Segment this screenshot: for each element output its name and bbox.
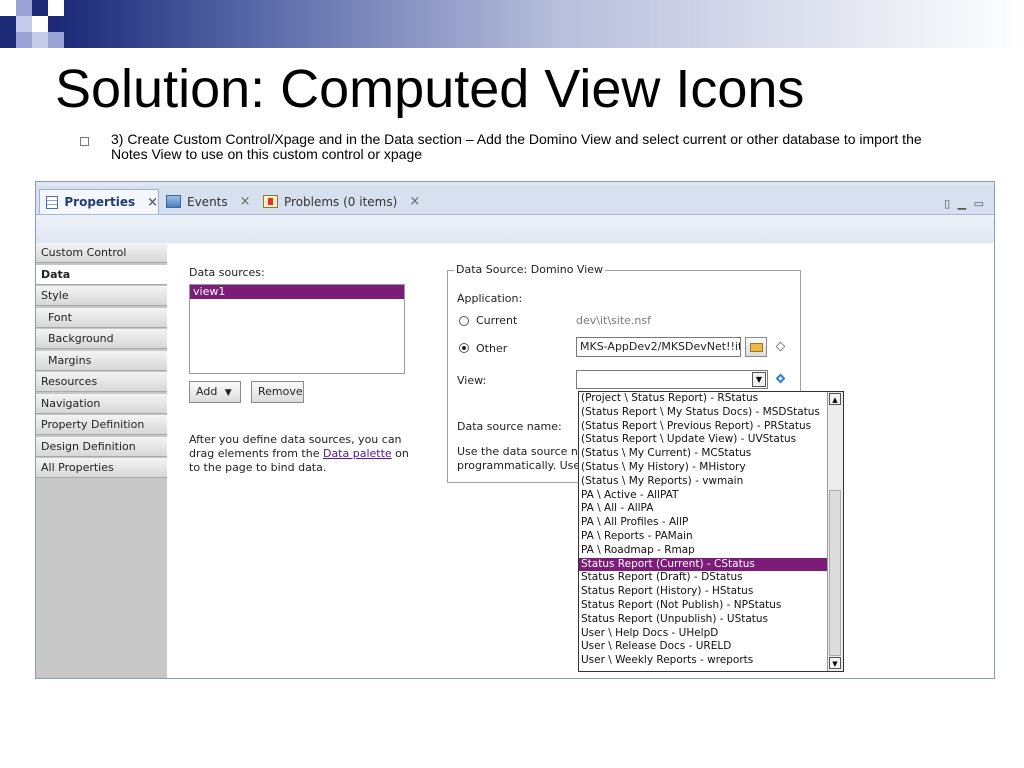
compute-diamond-icon[interactable]	[775, 341, 786, 352]
data-sources-help: After you define data sources, you can d…	[189, 433, 414, 475]
other-database-field[interactable]: MKS-AppDev2/MKSDevNet!!it\	[576, 337, 741, 357]
nav-item-resources[interactable]: Resources	[36, 372, 167, 392]
title-gradient-bar	[0, 0, 1024, 48]
problems-icon	[263, 195, 278, 208]
deco-square	[16, 0, 32, 16]
tab-label: Events	[187, 194, 228, 209]
close-icon[interactable]: ×	[240, 194, 251, 209]
browse-folder-button[interactable]	[745, 337, 767, 357]
bullet-text: 3) Create Custom Control/Xpage and in th…	[111, 131, 922, 162]
usage-text: programmatically. Use c	[457, 459, 590, 472]
deco-square	[16, 32, 32, 48]
view-option[interactable]: User \ Weekly Reports - wreports	[579, 654, 829, 668]
chevron-down-icon: ▼	[224, 388, 232, 398]
current-label: Current	[476, 314, 518, 327]
deco-square	[32, 16, 48, 32]
view-option[interactable]: Status Report (Unpublish) - UStatus	[579, 613, 829, 627]
tab-events[interactable]: Events ×	[160, 189, 256, 214]
scroll-down-icon[interactable]: ▼	[829, 657, 841, 669]
view-option[interactable]: User \ Release Docs - URELD	[579, 640, 829, 654]
tab-bar: Properties × Events × Problems (0 items)…	[36, 186, 994, 215]
view-option[interactable]: (Project \ Status Report) - RStatus	[579, 392, 829, 406]
view-option[interactable]: PA \ Roadmap - Rmap	[579, 544, 829, 558]
view-option[interactable]: User \ Help Docs - UHelpD	[579, 627, 829, 641]
view-option[interactable]: (Status Report \ My Status Docs) - MSDSt…	[579, 406, 829, 420]
close-icon[interactable]: ×	[409, 194, 420, 209]
group-title: Data Source: Domino View	[454, 263, 606, 276]
current-radio[interactable]	[459, 316, 469, 326]
slide-title: Solution: Computed View Icons	[55, 59, 805, 119]
tab-label: Properties	[64, 195, 136, 209]
view-options: (Project \ Status Report) - RStatus (Stat…	[579, 392, 843, 668]
tab-label: Problems (0 items)	[284, 194, 398, 209]
events-icon	[166, 195, 181, 208]
compute-diamond-icon[interactable]	[775, 373, 786, 384]
usage-text: Use the data source na	[457, 445, 585, 458]
view-option[interactable]: (Status Report \ Update View) - UVStatus	[579, 433, 829, 447]
view-option[interactable]: PA \ Active - AllPAT	[579, 489, 829, 503]
view-option[interactable]: (Status \ My Current) - MCStatus	[579, 447, 829, 461]
toolbar-strip	[36, 215, 994, 244]
chevron-down-icon[interactable]: ▼	[752, 372, 766, 387]
view-dropdown-list[interactable]: (Project \ Status Report) - RStatus (Stat…	[578, 391, 844, 672]
folder-icon	[750, 343, 763, 352]
nav-item-data[interactable]: Data	[36, 264, 167, 285]
properties-nav: Custom Control Data Style Font Backgroun…	[36, 243, 167, 678]
bullet-square-icon	[80, 137, 89, 146]
scroll-thumb[interactable]	[829, 490, 841, 656]
tab-problems[interactable]: Problems (0 items) ×	[257, 189, 427, 214]
data-properties-content: Data sources: view1 Add ▼ Remove After y…	[167, 243, 994, 678]
remove-button[interactable]: Remove	[251, 381, 304, 403]
data-sources-list[interactable]: view1	[189, 284, 405, 374]
view-option[interactable]: (Status Report \ Previous Report) - PRSt…	[579, 420, 829, 434]
properties-panel-screenshot: Properties × Events × Problems (0 items)…	[35, 181, 995, 679]
view-option[interactable]: Status Report (Not Publish) - NPStatus	[579, 599, 829, 613]
nav-item-background[interactable]: Background	[36, 329, 167, 349]
view-option[interactable]: (Status \ My History) - MHistory	[579, 461, 829, 475]
view-option[interactable]: Status Report (History) - HStatus	[579, 585, 829, 599]
dropdown-scrollbar[interactable]: ▲ ▼	[827, 392, 843, 671]
nav-item-style[interactable]: Style	[36, 286, 167, 306]
deco-square	[16, 16, 32, 32]
nav-item-margins[interactable]: Margins	[36, 350, 167, 371]
nav-item-design-definition[interactable]: Design Definition	[36, 436, 167, 457]
close-icon[interactable]: ×	[147, 195, 158, 210]
deco-square	[0, 0, 16, 16]
data-palette-link[interactable]: Data palette	[323, 447, 392, 460]
view-option[interactable]: PA \ Reports - PAMain	[579, 530, 829, 544]
scroll-up-icon[interactable]: ▲	[829, 393, 841, 405]
properties-icon	[46, 195, 59, 209]
list-item[interactable]: view1	[190, 285, 404, 299]
data-sources-label: Data sources:	[189, 266, 265, 279]
tab-properties[interactable]: Properties ×	[39, 189, 159, 214]
deco-square	[48, 0, 64, 16]
view-select[interactable]: ▼	[576, 370, 768, 389]
selected-view-option[interactable]: Status Report (Current) - CStatus	[579, 557, 829, 572]
view-label: View:	[457, 374, 487, 387]
data-source-name-label: Data source name:	[457, 420, 562, 433]
other-radio[interactable]	[459, 343, 469, 353]
other-label: Other	[476, 342, 508, 355]
nav-item-custom-control[interactable]: Custom Control	[36, 243, 167, 263]
nav-item-navigation[interactable]: Navigation	[36, 393, 167, 414]
current-path: dev\it\site.nsf	[576, 314, 651, 327]
add-button[interactable]: Add ▼	[189, 381, 241, 403]
deco-square	[0, 16, 16, 32]
add-button-label: Add	[196, 385, 218, 398]
deco-square	[32, 32, 48, 48]
application-label: Application:	[457, 292, 523, 305]
nav-item-property-definition[interactable]: Property Definition	[36, 415, 167, 435]
view-option[interactable]: PA \ All - AllPA	[579, 502, 829, 516]
nav-item-font[interactable]: Font	[36, 307, 167, 328]
window-controls[interactable]: ▯ ▁ ▭	[944, 197, 986, 210]
deco-square	[32, 48, 48, 64]
view-option[interactable]: PA \ All Profiles - AllP	[579, 516, 829, 530]
nav-item-all-properties[interactable]: All Properties	[36, 458, 167, 478]
deco-square	[48, 32, 64, 48]
view-option[interactable]: Status Report (Draft) - DStatus	[579, 571, 829, 585]
view-option[interactable]: (Status \ My Reports) - vwmain	[579, 475, 829, 489]
